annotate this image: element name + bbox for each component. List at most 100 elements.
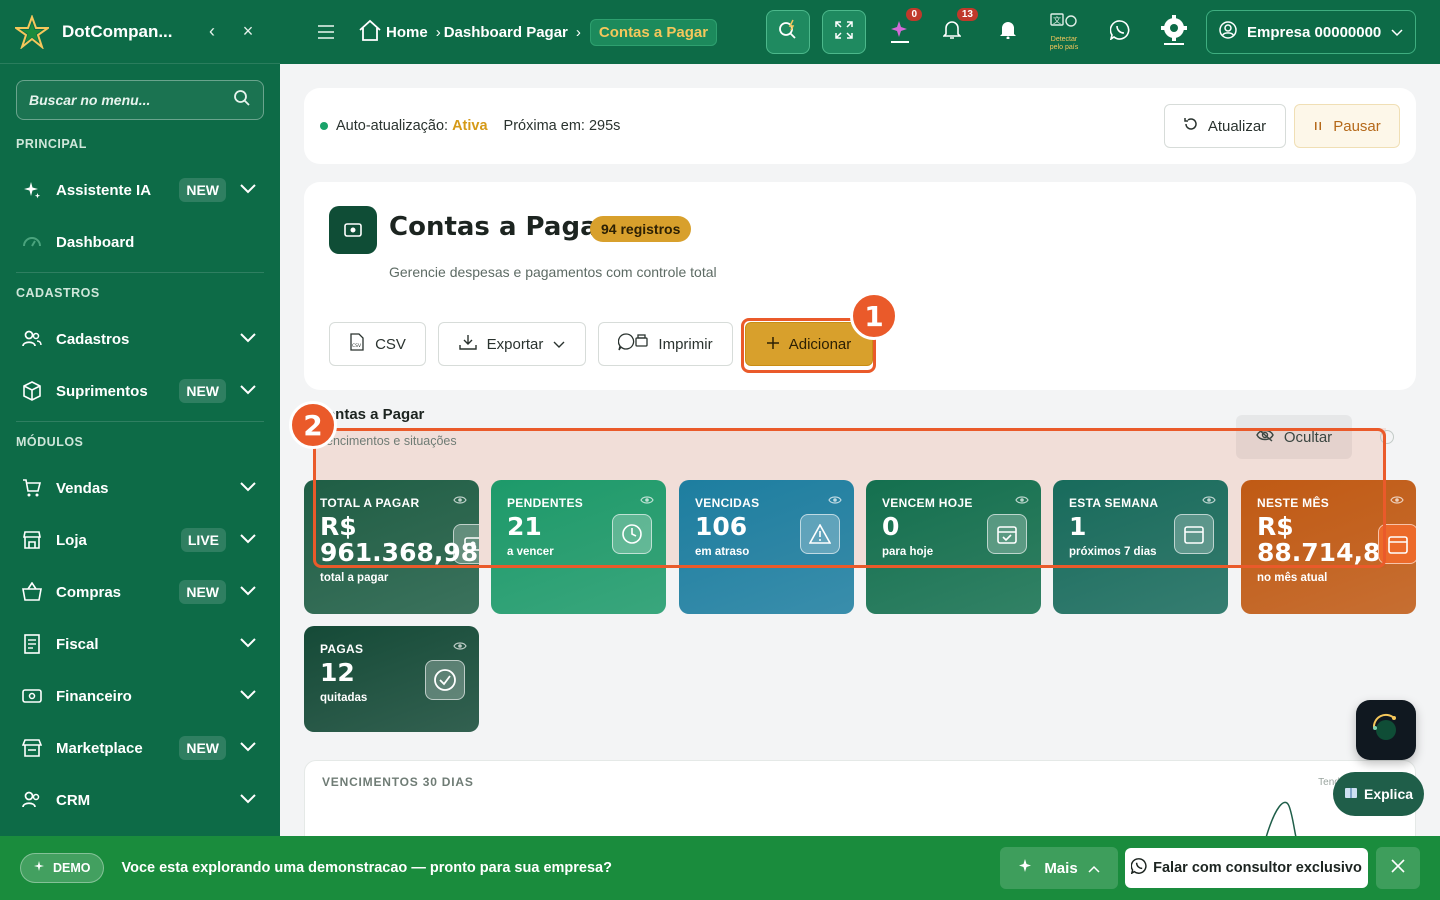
auto-refresh-bar: Auto-atualização: Ativa Próxima em: 295s… [304,88,1416,164]
sidebar-item-dashboard[interactable]: Dashboard [0,216,280,268]
sparkles-icon [33,860,47,877]
chevron-down-icon [240,382,258,400]
notifications-button[interactable]: 13 [930,8,978,54]
sidebar-item-suprimentos[interactable]: Suprimentos NEW [0,365,280,417]
breadcrumb-home-label: Home [386,23,428,41]
breadcrumb-current: Contas a Pagar [589,18,718,46]
explica-button[interactable]: Explica [1333,772,1424,816]
whatsapp-icon [1109,19,1130,45]
whatsapp-button[interactable] [1098,10,1142,54]
sidebar-item-fiscal[interactable]: Fiscal [0,618,280,670]
next-refresh-label: Próxima em: [503,118,585,134]
money-icon [22,686,42,706]
explica-label: Explica [1363,786,1414,802]
more-button[interactable]: Mais [1000,847,1118,889]
sidebar-item-label: Assistente IA [56,181,152,199]
eye-icon[interactable] [1390,492,1404,510]
eye-icon[interactable] [453,638,467,656]
translate-button[interactable]: 文 Detectar pelo país [1042,10,1086,54]
users-icon [22,329,42,349]
next-refresh-value: 295s [588,118,621,134]
user-menu[interactable]: Empresa 00000000 [1206,10,1416,54]
store-icon [22,530,42,550]
close-icon[interactable]: × [230,21,266,42]
money-icon [329,206,377,254]
export-button[interactable]: Exportar [438,322,586,366]
print-button-label: Imprimir [658,335,713,353]
csv-button[interactable]: CSV CSV [329,322,426,366]
breadcrumb: Home › Dashboard Pagar › Contas a Pagar [358,18,718,46]
sidebar-item-vendas[interactable]: Vendas [0,462,280,514]
fullscreen-button[interactable] [822,10,866,54]
download-icon [458,334,477,354]
sidebar-item-assistente-ia[interactable]: Assistente IA NEW [0,164,280,216]
breadcrumb-home[interactable]: Home [358,19,428,45]
sidebar-header: DotCompan... ‹ × [0,0,280,64]
chevron-down-icon [240,739,258,757]
topbar: Home › Dashboard Pagar › Contas a Pagar … [280,0,1440,64]
alerts-button[interactable] [986,10,1030,54]
chevron-down-icon [1391,24,1403,41]
sidebar-item-marketplace[interactable]: Marketplace NEW [0,722,280,774]
talk-button-label: Falar com consultor exclusivo [1153,860,1362,876]
search-icon[interactable] [233,89,251,112]
chevron-down-icon [240,791,258,809]
box-icon [22,381,42,401]
stat-label: PAGAS [320,642,364,656]
gauge-icon [22,232,42,252]
auto-refresh-value: Ativa [452,118,488,134]
sidebar-item-cadastros[interactable]: Cadastros [0,313,280,365]
menu-search [16,80,264,120]
sidebar-item-label: Dashboard [56,233,135,251]
sparkles-icon [1018,858,1034,878]
whatsapp-print-icon [618,333,649,355]
breadcrumb-parent[interactable]: Dashboard Pagar [444,24,568,41]
check-circle-icon [425,660,465,700]
talk-to-consultant-button[interactable]: Falar com consultor exclusivo [1125,848,1368,888]
ai-count-badge: 0 [906,8,922,21]
print-button[interactable]: Imprimir [598,322,733,366]
ai-sparkle-button[interactable]: 0 [878,8,922,54]
live-badge: LIVE [180,528,226,552]
settings-button[interactable] [1152,10,1196,54]
brand-name: DotCompan... [62,21,173,41]
collapse-sidebar-icon[interactable]: ‹ [194,21,230,42]
sidebar-item-label: Fiscal [56,635,99,653]
sidebar: DotCompan... ‹ × PRINCIPAL Assistente IA… [0,0,280,900]
sidebar-item-label: Marketplace [56,739,143,757]
crm-icon [22,790,42,810]
refresh-button[interactable]: Atualizar [1164,104,1286,148]
sidebar-item-label: CRM [56,791,91,809]
sidebar-item-loja[interactable]: Loja LIVE [0,514,280,566]
sidebar-item-label: Vendas [56,479,109,497]
sidebar-item-financeiro[interactable]: Financeiro [0,670,280,722]
stat-card-pagas[interactable]: PAGAS 12 quitadas [304,626,479,732]
csv-button-label: CSV [375,335,406,353]
marketplace-icon [22,738,42,758]
breadcrumb-separator: › [575,23,581,41]
chevron-down-icon [240,635,258,653]
svg-text:CSV: CSV [352,343,362,349]
svg-text:文: 文 [1053,15,1061,25]
demo-banner: DEMO Voce esta explorando uma demonstrac… [0,836,1440,900]
basket-icon [22,582,42,602]
records-count-badge: 94 registros [590,216,692,242]
next-refresh: Próxima em: 295s [504,118,621,134]
sidebar-item-compras[interactable]: Compras NEW [0,566,280,618]
search-bolt-icon [777,19,799,46]
close-banner-button[interactable] [1376,847,1420,889]
assistant-fab-button[interactable] [1356,700,1416,760]
chevron-down-icon [240,330,258,348]
pause-button[interactable]: Pausar [1294,104,1400,148]
logo-star-icon [14,14,50,50]
pause-button-label: Pausar [1333,117,1381,135]
quick-search-button[interactable] [766,10,810,54]
section-modulos: MÓDULOS [16,435,84,449]
new-badge: NEW [179,178,226,202]
menu-search-input[interactable] [29,92,233,108]
hamburger-menu-icon[interactable] [302,25,350,39]
notification-count-badge: 13 [956,8,978,21]
sidebar-item-crm[interactable]: CRM [0,774,280,826]
translate-icon: 文 [1047,12,1081,36]
section-principal: PRINCIPAL [16,137,87,151]
